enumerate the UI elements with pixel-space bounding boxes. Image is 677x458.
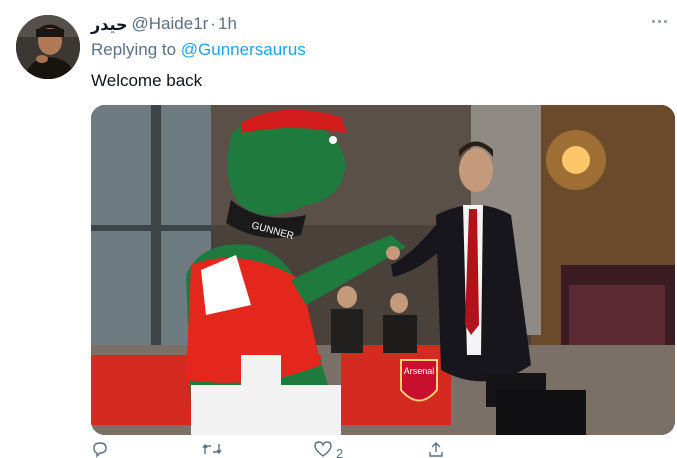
user-handle[interactable]: @Haide1r	[132, 14, 209, 34]
tweet-actions: 2	[91, 440, 531, 458]
reply-icon	[91, 440, 109, 458]
share-icon	[427, 440, 445, 458]
display-name[interactable]: حيدر	[91, 15, 128, 34]
separator-dot: ·	[210, 14, 216, 33]
like-button[interactable]: 2	[313, 440, 343, 458]
avatar[interactable]	[16, 15, 80, 79]
tweet-media-image[interactable]: Arsenal GUNNER	[91, 105, 675, 435]
replying-to-mention[interactable]: @Gunnersaurus	[181, 40, 306, 59]
reply-button[interactable]	[91, 440, 109, 458]
retweet-icon	[201, 440, 223, 458]
replying-to-label: Replying to	[91, 40, 177, 59]
retweet-button[interactable]	[201, 440, 223, 458]
tweet-card[interactable]: حيدر @Haide1r · 1h Replying to @Gunnersa…	[0, 0, 677, 458]
tweet-text: Welcome back	[91, 71, 203, 90]
heart-icon	[313, 440, 333, 458]
banner-text: Arsenal	[404, 366, 435, 376]
share-button[interactable]	[427, 440, 445, 458]
like-count: 2	[336, 446, 344, 458]
tweet-header: حيدر @Haide1r · 1h	[91, 12, 237, 36]
more-horizontal-icon[interactable]	[652, 16, 674, 26]
replying-to-line: Replying to @Gunnersaurus	[91, 40, 306, 60]
timestamp[interactable]: 1h	[218, 14, 237, 34]
